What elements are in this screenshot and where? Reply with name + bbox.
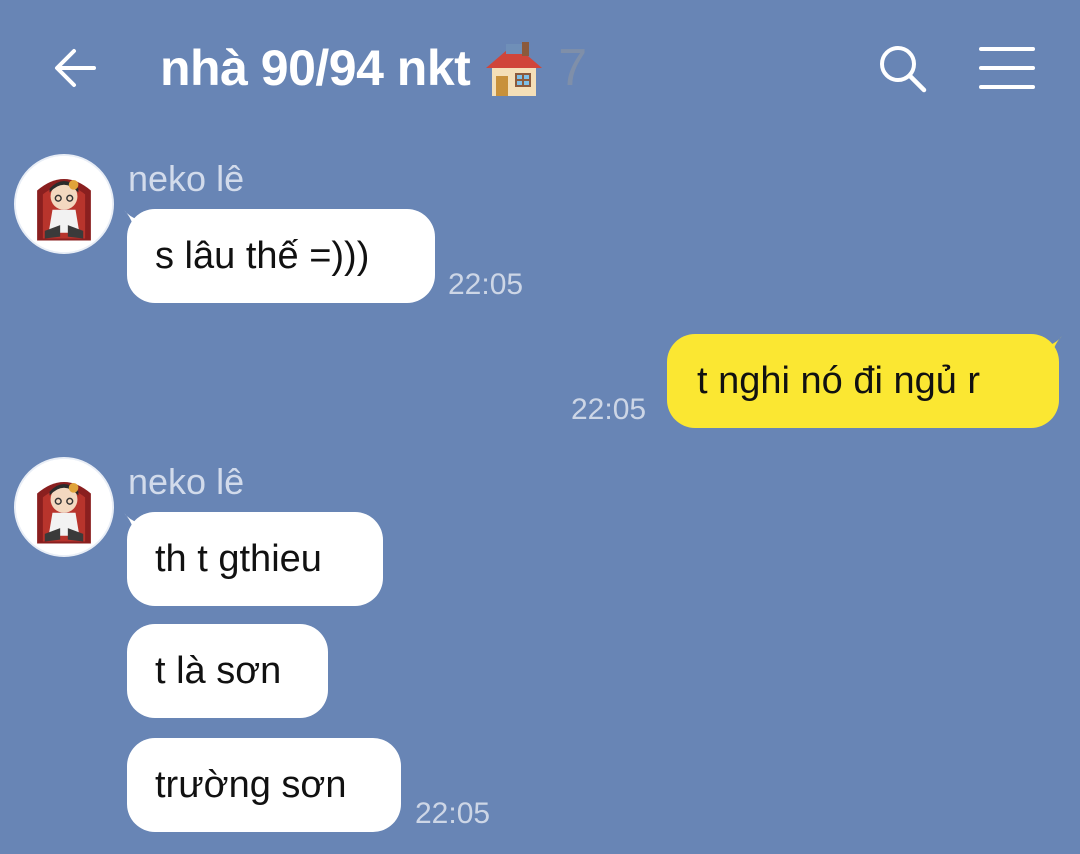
- arrow-left-icon: [55, 49, 96, 87]
- outgoing-message-bubble[interactable]: t nghi nó đi ngủ r: [667, 334, 1059, 428]
- incoming-message-bubble[interactable]: trường sơn: [127, 738, 401, 832]
- chat-screen: nhà 90/94 nkt 7 neko lê s lâu thế =))) 2…: [0, 0, 1080, 854]
- incoming-message-bubble[interactable]: t là sơn: [127, 624, 328, 718]
- message-text: trường sơn: [155, 763, 347, 806]
- avatar-illustration: [16, 459, 112, 555]
- avatar[interactable]: [14, 154, 114, 254]
- member-count: 7: [558, 39, 588, 97]
- back-button[interactable]: [48, 40, 104, 96]
- chat-header: nhà 90/94 nkt 7: [0, 0, 1080, 135]
- message-text: s lâu thế =))): [155, 234, 370, 277]
- menu-button[interactable]: [978, 40, 1036, 96]
- message-text: t là sơn: [155, 649, 282, 692]
- hamburger-menu-icon: [979, 47, 1035, 89]
- sender-name: neko lê: [128, 461, 245, 502]
- message-timestamp: 22:05: [448, 268, 524, 301]
- message-timestamp: 22:05: [415, 797, 491, 830]
- message-text: t nghi nó đi ngủ r: [697, 359, 981, 402]
- bubble-tail: [1042, 336, 1062, 356]
- search-button[interactable]: [874, 40, 930, 96]
- avatar-illustration: [16, 156, 112, 252]
- chat-title: nhà 90/94 nkt: [160, 40, 471, 96]
- search-icon: [880, 46, 927, 93]
- avatar[interactable]: [14, 457, 114, 557]
- chat-title-group[interactable]: nhà 90/94 nkt 7: [160, 36, 587, 100]
- incoming-message-bubble[interactable]: th t gthieu: [127, 512, 383, 606]
- sender-name: neko lê: [128, 158, 245, 199]
- house-with-garden-icon: [486, 42, 543, 96]
- message-timestamp: 22:05: [571, 393, 647, 426]
- incoming-message-bubble[interactable]: s lâu thế =))): [127, 209, 435, 303]
- message-text: th t gthieu: [155, 537, 322, 580]
